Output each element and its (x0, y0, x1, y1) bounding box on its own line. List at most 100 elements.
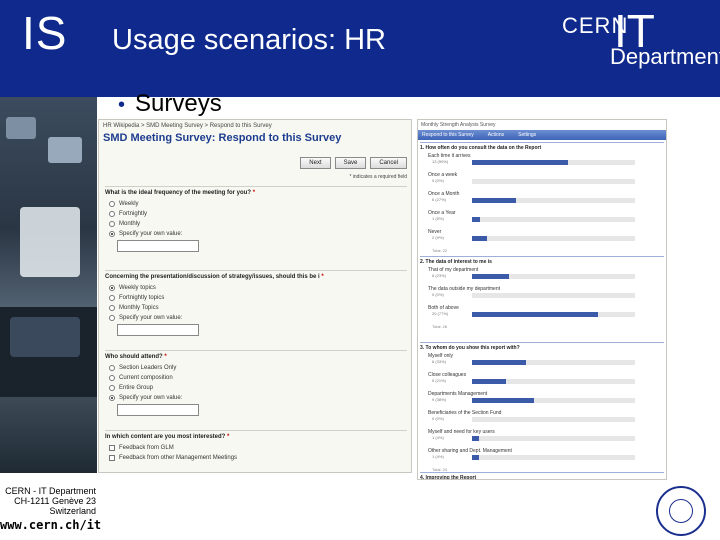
question-group: In which content are you most interested… (105, 430, 407, 463)
radio-button[interactable] (109, 305, 115, 311)
question-title-text: Concerning the presentation/discussion o… (105, 274, 322, 280)
result-bar-fill (472, 398, 534, 403)
question-title: In which content are you most interested… (105, 430, 407, 440)
radio-button[interactable] (109, 315, 115, 321)
cern-seal-ring (669, 499, 693, 523)
checkbox-option[interactable]: Feedback from GLM (109, 443, 407, 453)
result-option-count: 6 (23%) (432, 273, 447, 278)
radio-option[interactable]: Weekly (109, 199, 407, 209)
radio-option[interactable]: Weekly topics (109, 283, 407, 293)
own-value-input[interactable] (117, 324, 199, 336)
result-question-title: 3. To whom do you show this report with? (420, 342, 664, 351)
toolbar-respond[interactable]: Respond to this Survey (422, 132, 474, 138)
result-question-title: 2. The data of interest to me is (420, 256, 664, 265)
checkbox[interactable] (109, 445, 115, 451)
results-toolbar: Respond to this Survey Actions Settings (418, 130, 666, 140)
radio-option[interactable]: Current composition (109, 373, 407, 383)
result-option-count: 1 (4%) (432, 454, 444, 459)
radio-option[interactable]: Fortnightly (109, 209, 407, 219)
question-title-text: Who should attend? (105, 354, 165, 360)
own-value-input[interactable] (117, 240, 199, 252)
radio-option[interactable]: Section Leaders Only (109, 363, 407, 373)
result-bar-track (472, 455, 635, 460)
radio-button[interactable] (109, 375, 115, 381)
photo-laptop-shape (10, 317, 80, 357)
option-label: Weekly (119, 201, 139, 207)
result-bar-track (472, 274, 635, 279)
result-bar-track (472, 398, 635, 403)
radio-option[interactable]: Monthly Topics (109, 303, 407, 313)
option-label: Current composition (119, 375, 173, 381)
radio-button[interactable] (109, 365, 115, 371)
question-group: What is the ideal frequency of the meeti… (105, 186, 407, 256)
result-option: Myself only 8 (33%) (420, 353, 664, 372)
result-bar-track (472, 360, 635, 365)
radio-option[interactable]: Fortnightly topics (109, 293, 407, 303)
result-option: Both of above 20 (77%) (420, 305, 664, 324)
result-bar-track (472, 417, 635, 422)
radio-button[interactable] (109, 295, 115, 301)
radio-option[interactable]: Specify your own value: (109, 313, 407, 323)
toolbar-actions[interactable]: Actions (488, 132, 504, 138)
toolbar-settings[interactable]: Settings (518, 132, 536, 138)
question-title: Concerning the presentation/discussion o… (105, 270, 407, 280)
result-bar-track (472, 436, 635, 441)
result-bar-fill (472, 455, 479, 460)
footer-line: CERN - IT Department (5, 486, 96, 496)
cern-seal-icon (656, 486, 706, 536)
result-option-count: 1 (5%) (432, 216, 444, 221)
footer-line: Switzerland (49, 506, 96, 516)
own-value-input[interactable] (117, 404, 199, 416)
required-star: * (164, 354, 167, 360)
radio-button[interactable] (109, 395, 115, 401)
radio-option[interactable]: Specify your own value: (109, 229, 407, 239)
result-option: Never 2 (9%) (420, 229, 664, 248)
required-star: * (227, 434, 230, 440)
cern-it-department-logo: CERN IT Department (562, 5, 720, 74)
cancel-button[interactable]: Cancel (370, 157, 407, 169)
radio-option[interactable]: Entire Group (109, 383, 407, 393)
question-group: Who should attend? * Section Leaders Only… (105, 350, 407, 420)
result-bar-track (472, 236, 635, 241)
result-option: The data outside my department 0 (0%) (420, 286, 664, 305)
result-option-count: 0 (0%) (432, 178, 444, 183)
required-star: * (321, 274, 324, 280)
checkbox[interactable] (109, 455, 115, 461)
result-bar-fill (472, 312, 598, 317)
survey-page-title: SMD Meeting Survey: Respond to this Surv… (103, 132, 342, 144)
save-button[interactable]: Save (334, 157, 367, 169)
result-option-count: 0 (0%) (432, 292, 444, 297)
footer-url[interactable]: www.cern.ch/it (0, 518, 101, 532)
result-bar-fill (472, 274, 510, 279)
radio-option[interactable]: Specify your own value: (109, 393, 407, 403)
photo-laptop-shape (48, 137, 82, 163)
required-field-note: * indicates a required field (349, 174, 407, 180)
radio-button[interactable] (109, 201, 115, 207)
breadcrumb[interactable]: HR Wikipedia > SMD Meeting Survey > Resp… (99, 120, 411, 132)
radio-button[interactable] (109, 385, 115, 391)
radio-button[interactable] (109, 221, 115, 227)
result-option-count: 20 (77%) (432, 311, 449, 316)
option-label: Specify your own value: (119, 315, 183, 321)
next-button[interactable]: Next (300, 157, 331, 169)
radio-option[interactable]: Monthly (109, 219, 407, 229)
result-bar-fill (472, 198, 516, 203)
option-label: Fortnightly (119, 211, 148, 217)
result-option-count: 13 (59%) (432, 159, 449, 164)
radio-button[interactable] (109, 231, 115, 237)
result-total: Total: 26 (432, 324, 448, 329)
result-option-count: 2 (9%) (432, 235, 444, 240)
result-option: Beneficiaries of the Section Fund 0 (0%) (420, 410, 664, 429)
result-option: Each time it arrives 13 (59%) (420, 153, 664, 172)
result-question-group: 3. To whom do you show this report with?… (420, 342, 664, 476)
question-title: Who should attend? * (105, 350, 407, 360)
radio-button[interactable] (109, 285, 115, 291)
radio-button[interactable] (109, 211, 115, 217)
checkbox-option[interactable]: Feedback from other Management Meetings (109, 453, 407, 463)
result-option: Close colleagues 5 (21%) (420, 372, 664, 391)
result-bar-track (472, 217, 635, 222)
bullet-text: Surveys (135, 90, 222, 117)
option-label: Monthly Topics (119, 305, 159, 311)
result-bar-track (472, 312, 635, 317)
result-bar-fill (472, 436, 479, 441)
